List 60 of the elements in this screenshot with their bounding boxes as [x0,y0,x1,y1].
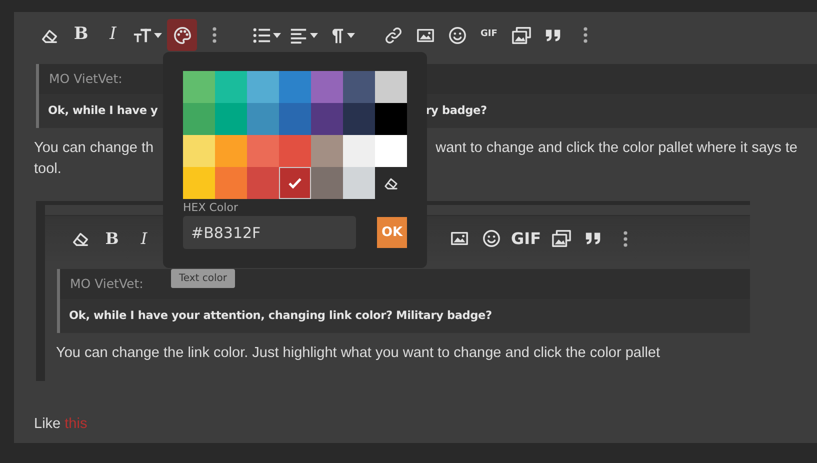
smiley-icon [482,229,500,248]
palette-icon [172,26,192,44]
more-icon [622,230,628,246]
color-swatch[interactable] [375,71,407,103]
italic-button[interactable]: I [129,222,159,254]
paragraph-text: You can change the link color. Just highlight what you want to change and click the color pallet [56,344,662,363]
color-swatch[interactable] [247,135,279,167]
bold-button[interactable]: B [97,222,127,254]
media-gallery-icon [552,229,571,248]
gif-button[interactable]: GIF [508,222,544,254]
gif-button[interactable]: GIF [474,19,504,51]
paragraph-text: tool. [34,160,62,179]
image-icon [450,229,468,248]
palette-button[interactable] [167,19,197,51]
tooltip: Text color [171,269,236,288]
caret-icon [154,32,162,38]
color-swatch[interactable] [183,71,215,103]
color-swatch[interactable] [183,167,215,199]
caret-icon [347,32,355,38]
color-swatch[interactable] [215,167,247,199]
color-swatch[interactable] [279,135,311,167]
color-swatch[interactable] [183,103,215,135]
color-swatch[interactable] [279,71,311,103]
paragraph-text: want to change and click the color pallet where it says te [436,139,798,158]
color-swatch[interactable] [311,103,343,135]
more-icon [582,27,588,43]
more-icon [212,27,216,43]
color-swatch[interactable] [247,71,279,103]
color-swatch[interactable] [311,167,343,199]
smiley-icon [448,26,466,44]
color-swatch[interactable] [279,103,311,135]
color-swatch[interactable] [311,71,343,103]
color-swatch[interactable] [343,103,375,135]
bold-button[interactable]: B [66,19,96,51]
color-swatch[interactable] [311,135,343,167]
color-swatch[interactable] [215,103,247,135]
color-swatch[interactable] [215,135,247,167]
color-swatch[interactable] [183,135,215,167]
color-swatch[interactable] [343,167,375,199]
color-swatch[interactable] [247,103,279,135]
color-swatch[interactable] [343,71,375,103]
list-icon [252,26,271,44]
color-swatch[interactable] [215,71,247,103]
color-swatch[interactable] [375,135,407,167]
color-swatch[interactable] [279,167,311,199]
link-icon [384,26,402,44]
checkmark-icon [288,177,302,189]
color-swatch[interactable] [375,103,407,135]
quote-text: Ok, while I have your attention, changing link color? Military badge? [60,299,750,333]
reply-text: Like this [34,415,88,434]
caret-icon [273,32,281,38]
paragraph-text: You can change th [34,139,154,158]
hex-color-field[interactable]: #B8312F [183,216,356,249]
quote-text: Ok, while I have y [48,102,158,119]
italic-button[interactable]: I [98,19,128,51]
hex-color-label: HEX Color [183,201,239,215]
color-swatch[interactable] [343,135,375,167]
media-gallery-icon [512,26,530,44]
caret-icon [310,32,318,38]
color-swatch[interactable] [247,167,279,199]
